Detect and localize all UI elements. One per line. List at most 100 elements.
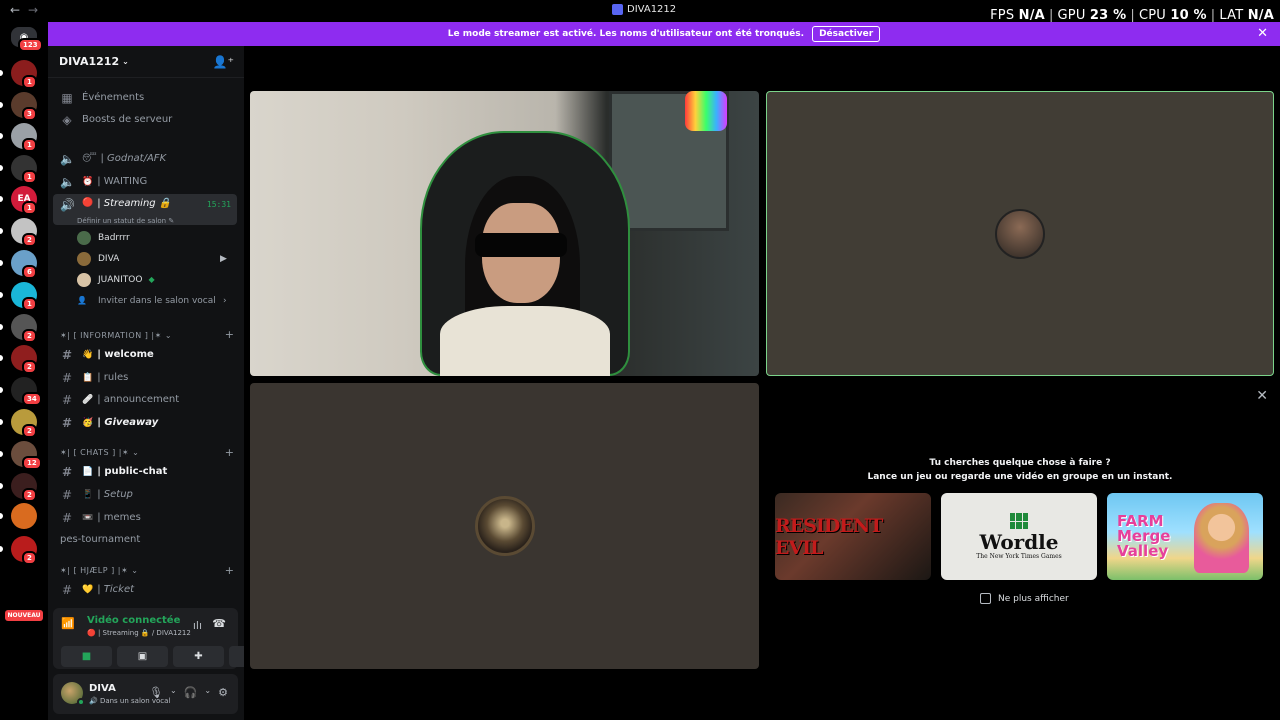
microphone-icon[interactable]: 🎙 (149, 686, 163, 699)
mention-badge: 2 (22, 424, 37, 438)
hashtag-icon: # (61, 510, 73, 525)
add-channel-icon[interactable]: + (225, 328, 234, 341)
text-channel-rules[interactable]: # 📋 | rules (53, 367, 237, 388)
text-channel-announcement[interactable]: # 🩹 | announcement (53, 389, 237, 410)
online-status-dot (77, 698, 85, 706)
speaker-icon: 🔈 (60, 151, 75, 166)
server-icon[interactable] (11, 503, 37, 529)
voice-member[interactable]: Badrrrr (77, 228, 130, 247)
unread-indicator (0, 292, 3, 298)
wordle-grid-icon (1010, 513, 1028, 529)
category-help[interactable]: ✶| [ HJÆLP ] |✶ ⌄ (60, 566, 138, 575)
text-channel-pes[interactable]: pes-tournament (53, 529, 237, 550)
disable-streamer-mode-button[interactable]: Désactiver (812, 26, 881, 42)
invite-people-icon[interactable]: 👤⁺ (213, 55, 234, 69)
activity-card-wordle[interactable]: Wordle The New York Times Games (941, 493, 1097, 580)
speaker-icon: 🔈 (60, 174, 75, 189)
mention-badge: 1 (22, 138, 37, 152)
mention-badge: 2 (22, 551, 37, 565)
back-arrow-icon[interactable]: ← (10, 3, 20, 17)
activity-cards: RESIDENT EVIL Wordle The New York Times … (775, 493, 1263, 580)
video-tile-participant[interactable] (766, 91, 1274, 376)
mention-badge: 1 (22, 297, 37, 311)
screen-share-icon: ▣ (137, 651, 148, 662)
hashtag-icon: # (61, 392, 73, 407)
unread-indicator (0, 196, 3, 202)
mention-badge: 2 (22, 233, 37, 247)
voice-channel-afk[interactable]: 🔈 😴 | Godnat/AFK (53, 148, 237, 169)
voice-member[interactable]: JUANITOO ◆ (77, 270, 155, 289)
unread-indicator (0, 102, 3, 108)
text-channel-giveaway[interactable]: # 🥳 | Giveaway (53, 412, 237, 433)
unread-indicator (0, 165, 3, 171)
invite-voice-item[interactable]: 👤 Inviter dans le salon vocal › (77, 291, 227, 310)
mention-badge: 2 (22, 488, 37, 502)
server-rail: ◉ 123 1 3 1 1 EA 1 2 6 1 2 2 34 2 12 2 2 NOUVEAU (0, 22, 48, 720)
text-channel-welcome[interactable]: # 👋 | welcome (53, 344, 237, 365)
text-channel-ticket[interactable]: # 💛 | Ticket (53, 579, 237, 600)
headphones-icon[interactable]: 🎧 (184, 686, 198, 699)
activities-button[interactable]: ✚ (173, 646, 224, 667)
voice-channel-waiting[interactable]: 🔈 ⏰ | WAITING (53, 171, 237, 192)
close-icon[interactable]: ✕ (1256, 388, 1268, 404)
camera-button[interactable]: ■ (61, 646, 112, 667)
activities-icon: ✚ (194, 651, 203, 662)
settings-gear-icon[interactable]: ⚙ (218, 686, 228, 699)
signal-icon: 📶 (61, 617, 75, 630)
activity-card-farm-merge-valley[interactable]: FARM Merge Valley (1107, 493, 1263, 580)
add-channel-icon[interactable]: + (225, 564, 234, 577)
call-timer: 15:31 (206, 200, 231, 209)
video-tile-participant[interactable] (250, 383, 759, 669)
unread-indicator (0, 387, 3, 393)
video-tile-camera[interactable] (250, 91, 759, 376)
unread-indicator (0, 133, 3, 139)
banner-text: Le mode streamer est activé. Les noms d'… (447, 29, 805, 39)
voice-status-title[interactable]: Vidéo connectée (87, 615, 180, 626)
forward-arrow-icon[interactable]: → (28, 3, 38, 17)
voice-channel-path[interactable]: 🔴 | Streaming 🔒 / DIVA1212 (87, 629, 191, 637)
unread-indicator (0, 513, 3, 519)
unread-indicator (0, 260, 3, 266)
screen-share-button[interactable]: ▣ (117, 646, 168, 667)
voice-member[interactable]: DIVA ▶ (77, 249, 227, 268)
dont-show-again-checkbox[interactable]: Ne plus afficher (980, 593, 1069, 604)
unread-indicator (0, 419, 3, 425)
noise-suppression-icon[interactable]: ılı (193, 619, 202, 632)
category-chats[interactable]: ✶| [ CHATS ] |✶ ⌄ (60, 448, 139, 457)
speaker-active-icon: 🔊 (60, 198, 75, 212)
voice-call-grid: ✕ Tu cherches quelque chose à faire ? La… (244, 46, 1280, 720)
events-item[interactable]: ▦ Événements (53, 87, 237, 108)
unread-indicator (0, 546, 3, 552)
mention-badge: 1 (22, 201, 37, 215)
activity-icon: ◆ (148, 275, 155, 284)
invite-icon: 👤 (77, 296, 87, 305)
text-channel-setup[interactable]: # 📱 | Setup (53, 484, 237, 505)
username[interactable]: DIVA (89, 683, 116, 694)
mention-badge: 1 (22, 170, 37, 184)
activity-card-resident-evil[interactable]: RESIDENT EVIL (775, 493, 931, 580)
chevron-down-icon[interactable]: ⌄ (170, 686, 177, 699)
participant-avatar (474, 496, 535, 556)
chevron-right-icon: › (223, 295, 227, 306)
set-channel-status[interactable]: Définir un statut de salon ✎ (77, 217, 174, 225)
text-channel-public-chat[interactable]: # 📄 | public-chat (53, 461, 237, 482)
hashtag-icon: # (61, 347, 73, 362)
streamer-mode-banner: Le mode streamer est activé. Les noms d'… (48, 22, 1280, 46)
camera-icon: ▶ (220, 253, 227, 264)
mention-badge: 12 (22, 456, 42, 470)
home-badge: 123 (18, 38, 43, 52)
hashtag-icon: # (61, 370, 73, 385)
boosts-item[interactable]: ◈ Boosts de serveur (53, 109, 237, 130)
checkbox[interactable] (980, 593, 991, 604)
text-channel-memes[interactable]: # 📼 | memes (53, 507, 237, 528)
close-icon[interactable]: ✕ (1257, 26, 1268, 41)
add-channel-icon[interactable]: + (225, 446, 234, 459)
farm-character (1194, 503, 1249, 573)
mention-badge: 2 (22, 360, 37, 374)
chevron-down-icon: ⌄ (122, 57, 129, 66)
avatar (77, 251, 91, 266)
mention-badge: 1 (22, 75, 37, 89)
category-information[interactable]: ✶| [ INFORMATION ] |✶ ⌄ (60, 331, 172, 340)
chevron-down-icon[interactable]: ⌄ (204, 686, 211, 699)
disconnect-icon[interactable]: ☎ (212, 617, 226, 630)
